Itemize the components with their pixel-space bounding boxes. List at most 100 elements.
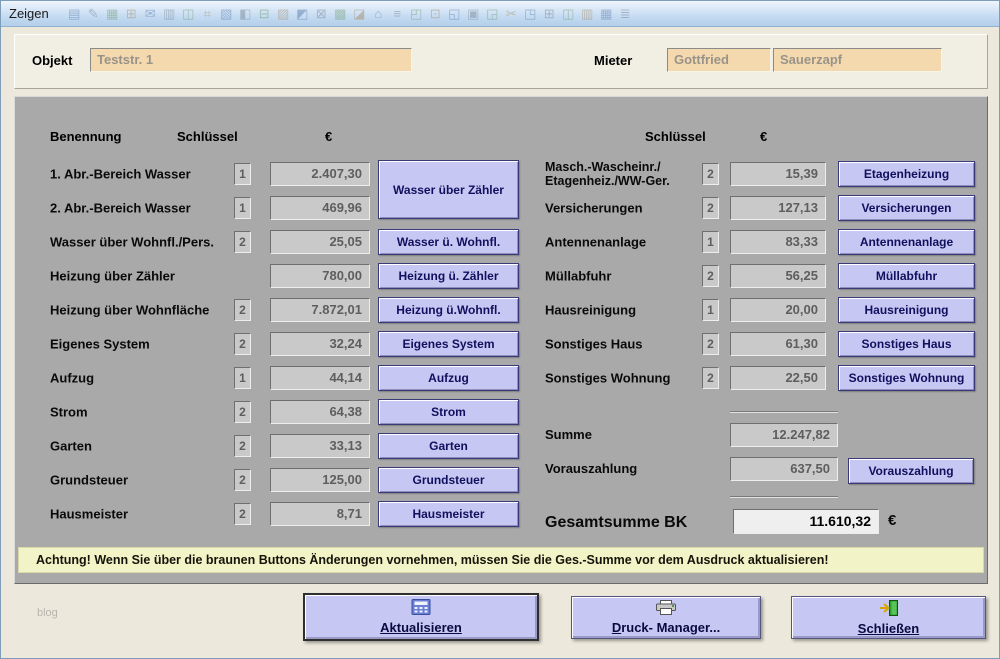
toolbar-icon[interactable]: ⊠ <box>312 6 331 22</box>
row-button[interactable]: Sonstiges Wohnung <box>838 365 975 391</box>
toolbar-icon[interactable]: ▤ <box>65 6 84 22</box>
row-label: Sonstiges Haus <box>545 337 643 352</box>
toolbar-icon[interactable]: ◫ <box>559 6 578 22</box>
key-field: 2 <box>702 333 719 355</box>
amount-field: 127,13 <box>730 196 826 220</box>
amount-field: 20,00 <box>730 298 826 322</box>
table-row: Versicherungen 2 127,13 Versicherungen <box>15 191 987 225</box>
row-label: Versicherungen <box>545 201 643 216</box>
row-label: Masch.-Wascheinr./ Etagenheiz./WW-Ger. <box>545 160 670 188</box>
table-row: Strom 2 64,38 Strom <box>15 395 987 429</box>
amount-field: 83,33 <box>730 230 826 254</box>
toolbar-icon[interactable]: ⊡ <box>426 6 445 22</box>
row-button[interactable]: Hausreinigung <box>838 297 975 323</box>
row-label: Hausmeister <box>50 507 128 522</box>
toolbar-icon[interactable]: ▥ <box>160 6 179 22</box>
gesamtsumme-label: Gesamtsumme BK <box>545 510 687 535</box>
row-button[interactable]: Etagenheizung <box>838 161 975 187</box>
toolbar-icon[interactable]: ✂ <box>502 6 521 22</box>
toolbar-icon[interactable]: ◲ <box>483 6 502 22</box>
row-button[interactable]: Grundsteuer <box>378 467 519 493</box>
toolbar-icon[interactable]: ▥ <box>578 6 597 22</box>
toolbar-icon[interactable]: ⊞ <box>540 6 559 22</box>
table-row: Hausreinigung 1 20,00 Hausreinigung <box>15 293 987 327</box>
amount-field: 8,71 <box>270 502 370 526</box>
watermark: blog <box>37 607 58 619</box>
toolbar-icon[interactable]: ⊟ <box>255 6 274 22</box>
window-title: Zeigen <box>9 6 49 21</box>
schliessen-button[interactable]: Schließen <box>791 596 986 639</box>
header-eur-left: € <box>325 129 332 144</box>
header-schluessel-left: Schlüssel <box>177 129 238 144</box>
row-label: Hausreinigung <box>545 303 636 318</box>
key-field: 2 <box>702 265 719 287</box>
amount-field: 61,30 <box>730 332 826 356</box>
row-button[interactable]: Sonstiges Haus <box>838 331 975 357</box>
key-field: 2 <box>702 367 719 389</box>
vorauszahlung-label: Vorauszahlung <box>545 457 637 481</box>
toolbar-icon[interactable]: ▣ <box>464 6 483 22</box>
toolbar-icon[interactable]: ≡ <box>388 6 407 21</box>
row-button[interactable]: Versicherungen <box>838 195 975 221</box>
table-row: Sonstiges Wohnung 2 22,50 Sonstiges Wohn… <box>15 361 987 395</box>
row-button[interactable]: Strom <box>378 399 519 425</box>
main-panel: Benennung Schlüssel € Schlüssel € 1. Abr… <box>14 96 988 584</box>
header-form: Objekt Teststr. 1 Mieter Gottfried Sauer… <box>14 34 988 89</box>
warning-message: Achtung! Wenn Sie über die braunen Butto… <box>18 547 984 573</box>
toolbar-icon[interactable]: ✉ <box>141 6 160 22</box>
row-button[interactable]: Antennenanlage <box>838 229 975 255</box>
toolbar-icon[interactable]: ⌂ <box>369 6 388 21</box>
toolbar-icon[interactable]: ◳ <box>521 6 540 22</box>
exit-door-icon <box>879 600 899 619</box>
objekt-field[interactable]: Teststr. 1 <box>90 48 412 72</box>
toolbar-icon[interactable]: ◪ <box>350 6 369 22</box>
row-button[interactable]: Garten <box>378 433 519 459</box>
toolbar-icon[interactable]: ▩ <box>331 6 350 22</box>
toolbar-icon[interactable]: ▨ <box>274 6 293 22</box>
divider-line <box>730 411 838 413</box>
title-bar[interactable]: Zeigen ▤ ✎ ▦ ⊞ ✉ ▥ ◫ ⌗ ▧ ◧ ⊟ ▨ ◩ ⊠ ▩ ◪ ⌂… <box>1 1 999 27</box>
toolbar-icon[interactable]: ◰ <box>407 6 426 22</box>
calculator-icon <box>411 599 431 618</box>
toolbar-icon[interactable]: ◩ <box>293 6 312 22</box>
amount-field: 15,39 <box>730 162 826 186</box>
row-label: Sonstiges Wohnung <box>545 371 670 386</box>
toolbar-icon[interactable]: ≣ <box>616 6 635 22</box>
toolbar-icon[interactable]: ▦ <box>597 6 616 22</box>
row-label: Strom <box>50 405 88 420</box>
mieter-last-field[interactable]: Sauerzapf <box>773 48 942 72</box>
row-button[interactable]: Hausmeister <box>378 501 519 527</box>
table-row: Antennenanlage 1 83,33 Antennenanlage <box>15 225 987 259</box>
header-schluessel-right: Schlüssel <box>645 129 706 144</box>
row-label: Garten <box>50 439 92 454</box>
toolbar-icon[interactable]: ◧ <box>236 6 255 22</box>
amount-field: 22,50 <box>730 366 826 390</box>
table-row: Garten 2 33,13 Garten <box>15 429 987 463</box>
amount-field: 33,13 <box>270 434 370 458</box>
key-field: 2 <box>702 163 719 185</box>
druck-manager-button[interactable]: Druck- Manager... <box>571 596 761 639</box>
row-button[interactable]: Müllabfuhr <box>838 263 975 289</box>
gesamtsumme-field: 11.610,32 <box>733 509 879 534</box>
toolbar-icon[interactable]: ◱ <box>445 6 464 22</box>
toolbar: ▤ ✎ ▦ ⊞ ✉ ▥ ◫ ⌗ ▧ ◧ ⊟ ▨ ◩ ⊠ ▩ ◪ ⌂ ≡ ◰ ⊡ … <box>65 1 635 26</box>
vorauszahlung-button[interactable]: Vorauszahlung <box>848 458 974 484</box>
key-field: 1 <box>702 299 719 321</box>
key-field: 2 <box>702 197 719 219</box>
key-field: 2 <box>234 435 251 457</box>
amount-field: 64,38 <box>270 400 370 424</box>
toolbar-icon[interactable]: ✎ <box>84 6 103 22</box>
toolbar-icon[interactable]: ▦ <box>103 6 122 22</box>
table-row: Grundsteuer 2 125,00 Grundsteuer <box>15 463 987 497</box>
toolbar-icon[interactable]: ▧ <box>217 6 236 22</box>
key-field: 2 <box>234 503 251 525</box>
mieter-first-field[interactable]: Gottfried <box>667 48 771 72</box>
toolbar-icon[interactable]: ⊞ <box>122 6 141 22</box>
toolbar-icon[interactable]: ◫ <box>179 6 198 22</box>
aktualisieren-button[interactable]: Aktualisieren <box>303 593 539 641</box>
toolbar-icon[interactable]: ⌗ <box>198 6 217 22</box>
amount-field: 125,00 <box>270 468 370 492</box>
currency-symbol: € <box>888 512 896 529</box>
summe-label: Summe <box>545 423 592 447</box>
app-window: Zeigen ▤ ✎ ▦ ⊞ ✉ ▥ ◫ ⌗ ▧ ◧ ⊟ ▨ ◩ ⊠ ▩ ◪ ⌂… <box>0 0 1000 659</box>
